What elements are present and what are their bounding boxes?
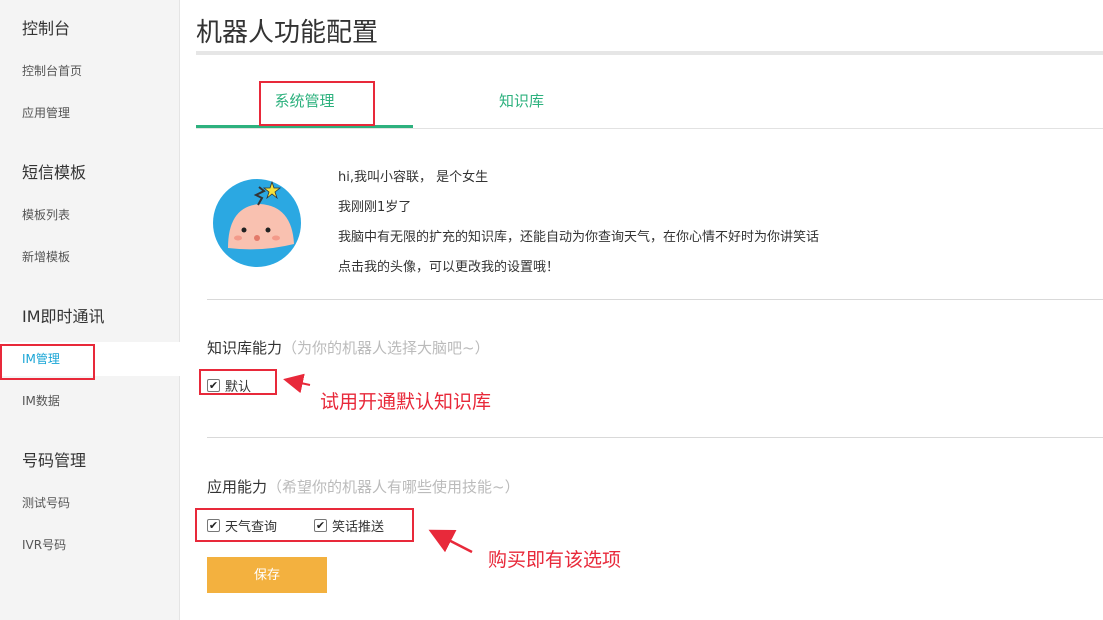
annotation-arrows — [283, 373, 473, 554]
annotation-apps-note: 购买即有该选项 — [488, 549, 622, 571]
annotation-knowledge-note: 试用开通默认知识库 — [320, 391, 492, 413]
annotation-arrow — [428, 529, 473, 554]
annotation-arrow — [283, 373, 311, 394]
